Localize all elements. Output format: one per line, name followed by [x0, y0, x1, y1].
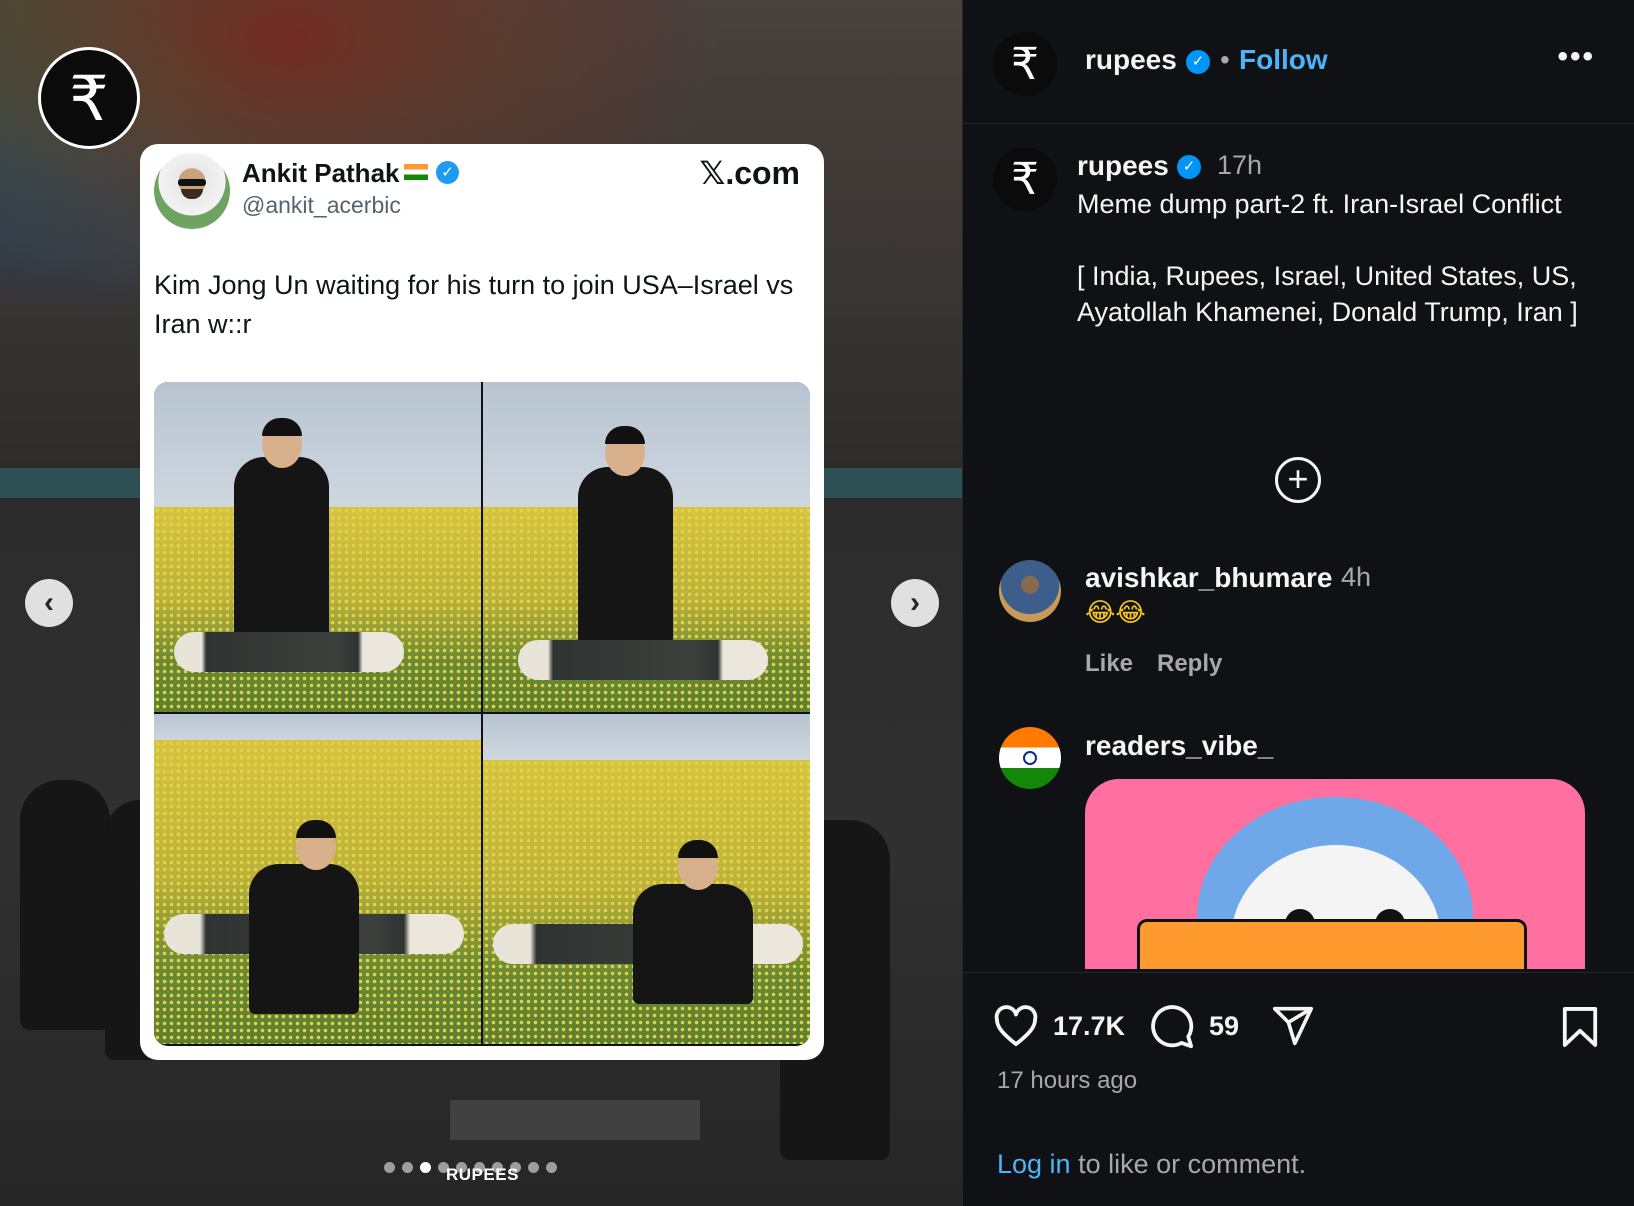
comments-count[interactable]: 59	[1209, 1011, 1239, 1042]
carousel-dot[interactable]	[420, 1162, 431, 1173]
media-panel: ₹ Ankit Pathak ✓ @ankit_acerbic 𝕏.com Ki…	[0, 0, 962, 1206]
tweet-card: Ankit Pathak ✓ @ankit_acerbic 𝕏.com Kim …	[140, 144, 824, 1060]
comment-sticker	[1085, 779, 1585, 969]
author-username[interactable]: rupees	[1085, 44, 1177, 76]
load-more-comments-icon[interactable]: +	[1275, 457, 1321, 503]
login-prompt-text: to like or comment.	[1070, 1149, 1307, 1179]
bookmark-icon[interactable]	[1561, 1005, 1599, 1054]
post-actions: 17.7K 59 17 hours ago Log in to like or …	[963, 972, 1634, 1206]
carousel-dot[interactable]	[384, 1162, 395, 1173]
carousel-prev-button[interactable]: ‹	[25, 579, 73, 627]
tweet-photo-grid	[154, 382, 810, 1046]
post-header: ₹ rupees ✓ • Follow •••	[963, 0, 1634, 124]
tweet-photo	[483, 714, 810, 1044]
post-sidebar: ₹ rupees ✓ • Follow ••• ₹ rupees ✓ 17h M…	[962, 0, 1634, 1206]
x-logo-icon: 𝕏.com	[699, 155, 800, 191]
india-flag-icon	[404, 164, 428, 180]
comment-timestamp: 4h	[1341, 562, 1372, 592]
caption-text: Meme dump part-2 ft. Iran-Israel Conflic…	[1077, 189, 1578, 327]
commenter-avatar[interactable]	[999, 560, 1061, 622]
carousel-dot[interactable]	[528, 1162, 539, 1173]
background-person	[20, 780, 110, 1030]
tweet-author-name: Ankit Pathak	[242, 158, 400, 188]
verified-icon: ✓	[436, 161, 459, 184]
carousel-dot[interactable]	[546, 1162, 557, 1173]
login-prompt: Log in to like or comment.	[997, 1149, 1306, 1180]
comment-username[interactable]: avishkar_bhumare	[1085, 562, 1332, 594]
likes-count[interactable]: 17.7K	[1053, 1011, 1125, 1042]
comment-username[interactable]: readers_vibe_	[1085, 730, 1273, 762]
brand-logo: ₹	[38, 47, 140, 149]
carousel-next-button[interactable]: ›	[891, 579, 939, 627]
tweet-photo	[154, 382, 481, 712]
caption-username[interactable]: rupees	[1077, 150, 1169, 182]
post-viewer: ₹ Ankit Pathak ✓ @ankit_acerbic 𝕏.com Ki…	[0, 0, 1634, 1206]
tweet-avatar	[154, 153, 230, 229]
follow-button[interactable]: Follow	[1239, 44, 1328, 76]
comment-icon[interactable]	[1149, 1005, 1195, 1054]
comment-reply-button[interactable]: Reply	[1157, 650, 1222, 678]
comment-like-button[interactable]: Like	[1085, 650, 1133, 678]
commenter-avatar[interactable]	[999, 727, 1061, 789]
background-crosswalk	[450, 1100, 700, 1140]
carousel-dot[interactable]	[402, 1162, 413, 1173]
verified-icon: ✓	[1186, 50, 1210, 74]
share-icon[interactable]	[1271, 1005, 1315, 1052]
tweet-author-handle: @ankit_acerbic	[242, 192, 401, 218]
tweet-photo	[154, 714, 481, 1044]
comment-text: 😂😂	[1085, 598, 1146, 628]
tweet-photo	[483, 382, 810, 712]
caption-avatar[interactable]: ₹	[993, 147, 1057, 211]
brand-watermark: RUPEES	[446, 1165, 519, 1184]
heart-icon[interactable]	[993, 1005, 1039, 1052]
verified-icon: ✓	[1177, 155, 1201, 179]
login-link[interactable]: Log in	[997, 1149, 1071, 1179]
caption-timestamp[interactable]: 17h	[1217, 150, 1262, 181]
tweet-text: Kim Jong Un waiting for his turn to join…	[154, 270, 794, 339]
more-options-icon[interactable]: •••	[1557, 40, 1595, 74]
author-avatar[interactable]: ₹	[993, 32, 1057, 96]
post-age: 17 hours ago	[997, 1067, 1138, 1094]
separator-dot: •	[1220, 44, 1230, 75]
